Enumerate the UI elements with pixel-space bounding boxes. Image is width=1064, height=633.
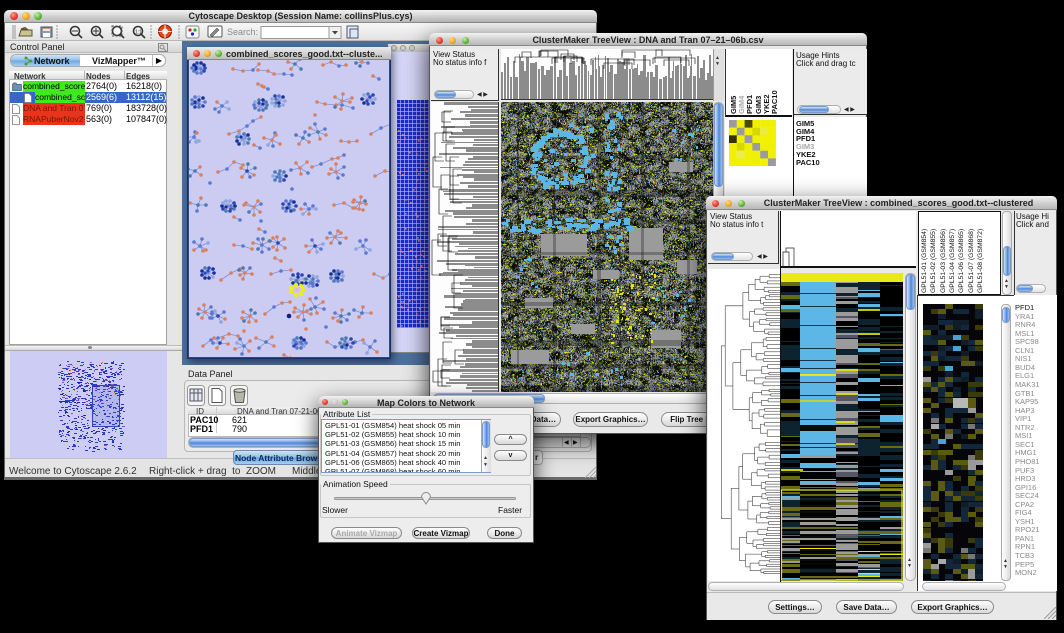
svg-text:Search:: Search:: [227, 27, 258, 37]
svg-text:1:1: 1:1: [135, 30, 142, 36]
